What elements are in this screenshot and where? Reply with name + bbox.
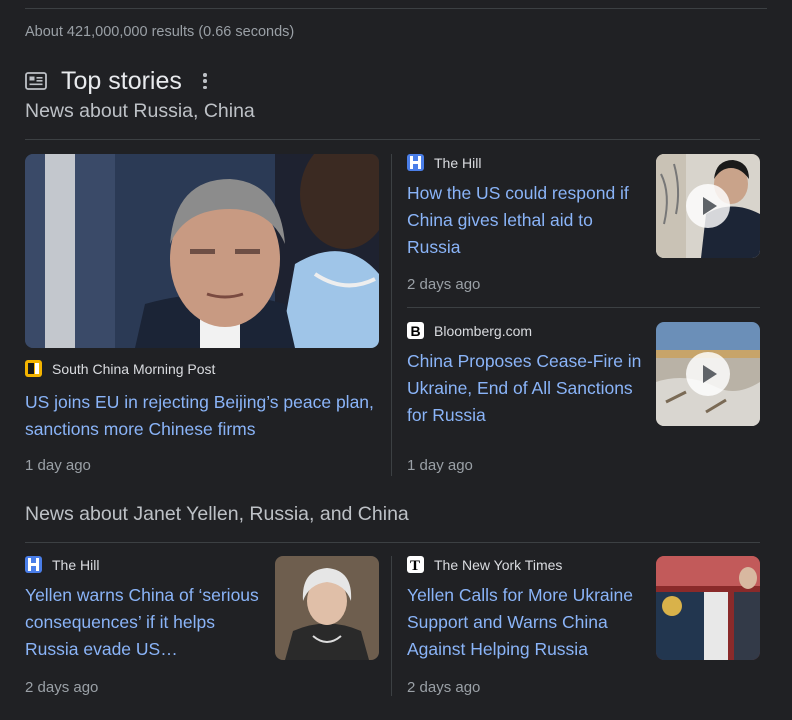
story-age: 2 days ago xyxy=(25,679,99,696)
column-divider xyxy=(391,154,392,476)
story-age: 2 days ago xyxy=(407,276,481,293)
bloomberg-logo-icon: B xyxy=(407,322,424,339)
play-icon[interactable] xyxy=(686,184,730,228)
the-hill-logo-icon xyxy=(25,556,42,573)
section-divider xyxy=(25,139,760,140)
nyt-logo-icon: T xyxy=(407,556,424,573)
source-name: The Hill xyxy=(52,556,100,573)
newspaper-icon xyxy=(25,72,47,90)
story-source: South China Morning Post xyxy=(25,360,215,377)
top-stories-header: Top stories xyxy=(25,64,208,98)
story-source: B Bloomberg.com xyxy=(407,322,532,339)
story-thumbnail[interactable] xyxy=(656,154,760,258)
story-thumbnail[interactable] xyxy=(275,556,379,660)
story-headline-link[interactable]: Yellen warns China of ‘serious consequen… xyxy=(25,582,261,663)
source-name: The New York Times xyxy=(434,556,563,573)
story-headline-link[interactable]: US joins EU in rejecting Beijing’s peace… xyxy=(25,389,385,443)
scmp-logo-icon xyxy=(25,360,42,377)
source-name: Bloomberg.com xyxy=(434,322,533,339)
story-headline-link[interactable]: How the US could respond if China gives … xyxy=(407,180,643,261)
story-thumbnail[interactable] xyxy=(656,322,760,426)
play-icon[interactable] xyxy=(686,352,730,396)
top-divider xyxy=(25,8,767,9)
story-age: 1 day ago xyxy=(407,457,473,474)
story-source: The Hill xyxy=(407,154,481,171)
result-stats: About 421,000,000 results (0.66 seconds) xyxy=(25,24,295,40)
section-label-yellen-russia-china: News about Janet Yellen, Russia, and Chi… xyxy=(25,503,409,525)
top-stories-title: Top stories xyxy=(61,66,182,95)
svg-text:B: B xyxy=(411,323,421,339)
story-age: 1 day ago xyxy=(25,457,91,474)
the-hill-logo-icon xyxy=(407,154,424,171)
story-headline-link[interactable]: China Proposes Cease-Fire in Ukraine, En… xyxy=(407,348,647,429)
story-headline-link[interactable]: Yellen Calls for More Ukraine Support an… xyxy=(407,582,647,663)
story-thumbnail[interactable] xyxy=(656,556,760,660)
story-source: T The New York Times xyxy=(407,556,562,573)
svg-text:T: T xyxy=(410,558,420,573)
source-name: South China Morning Post xyxy=(52,360,216,377)
more-vert-icon[interactable] xyxy=(202,71,208,91)
story-thumbnail[interactable] xyxy=(25,154,379,348)
story-divider xyxy=(407,307,760,308)
source-name: The Hill xyxy=(434,154,482,171)
section-label-russia-china: News about Russia, China xyxy=(25,100,255,122)
column-divider xyxy=(391,556,392,696)
section-divider xyxy=(25,542,760,543)
story-source: The Hill xyxy=(25,556,99,573)
story-age: 2 days ago xyxy=(407,679,481,696)
